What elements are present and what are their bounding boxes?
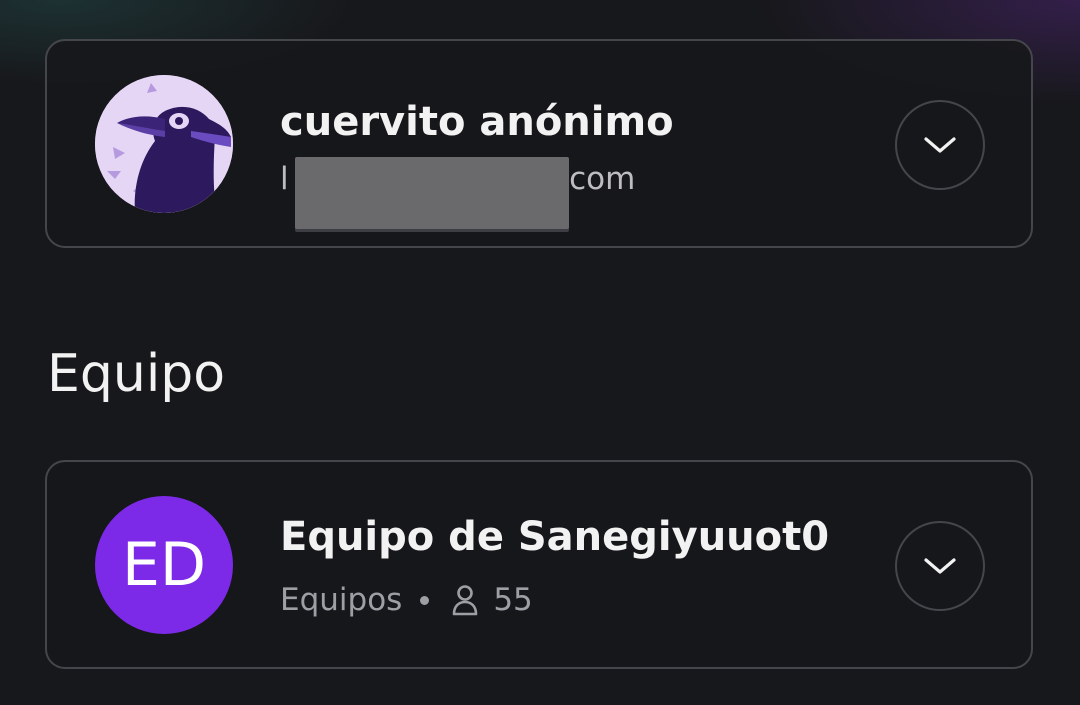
team-avatar: ED — [95, 496, 233, 634]
account-name: cuervito anónimo — [280, 99, 674, 145]
separator-dot — [420, 595, 430, 605]
chevron-down-icon — [924, 558, 956, 574]
account-card[interactable]: cuervito anónimo l l.com — [45, 39, 1033, 248]
team-member-count: 55 — [493, 582, 533, 618]
account-expand-button[interactable] — [895, 100, 985, 190]
email-visible-start: l — [280, 161, 289, 197]
email-redaction — [295, 157, 569, 229]
person-icon — [453, 585, 478, 616]
team-card[interactable]: ED Equipo de Sanegiyuuot0 Equipos 55 — [45, 460, 1033, 669]
team-meta: Equipos 55 — [280, 582, 533, 618]
section-heading: Equipo — [47, 344, 226, 404]
crow-avatar-icon — [95, 75, 233, 213]
team-type-label: Equipos — [280, 582, 403, 618]
team-expand-button[interactable] — [895, 521, 985, 611]
team-name: Equipo de Sanegiyuuot0 — [280, 514, 830, 560]
chevron-down-icon — [924, 137, 956, 153]
